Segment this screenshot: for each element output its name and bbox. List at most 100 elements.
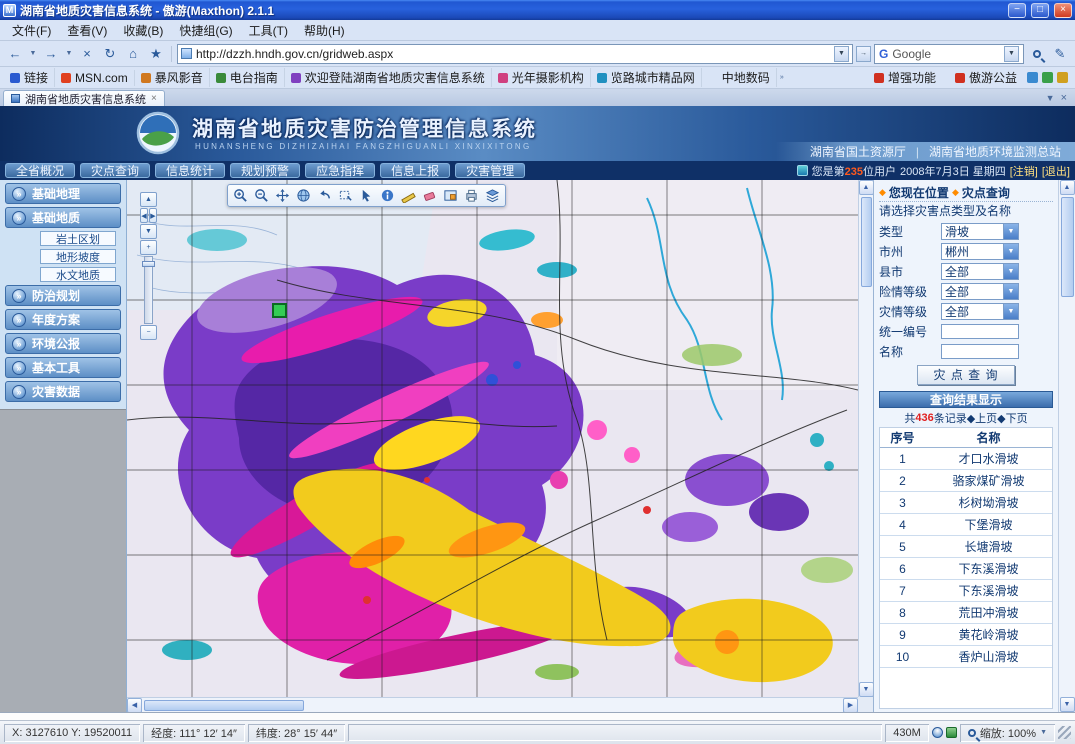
table-row[interactable]: 8 荒田冲滑坡 bbox=[880, 602, 1052, 624]
links-bar-item[interactable]: 光年摄影机构 bbox=[492, 68, 591, 87]
text-input[interactable] bbox=[941, 344, 1019, 359]
sidebar-item[interactable]: » 基础地理 bbox=[5, 183, 121, 204]
scroll-down-icon[interactable]: ▼ bbox=[1060, 697, 1075, 712]
links-bar-item[interactable]: MSN.com bbox=[55, 70, 135, 86]
go-button[interactable]: → bbox=[856, 46, 871, 62]
full-extent-icon[interactable] bbox=[294, 186, 313, 205]
scroll-up-icon[interactable]: ▲ bbox=[859, 180, 874, 195]
sidebar-item[interactable]: » 环境公报 bbox=[5, 333, 121, 354]
forward-dropdown-icon[interactable]: ▼ bbox=[64, 44, 74, 64]
tab-close-icon[interactable]: × bbox=[151, 93, 157, 104]
table-row[interactable]: 2 骆家煤矿滑坡 bbox=[880, 470, 1052, 492]
zoom-slider[interactable] bbox=[144, 256, 153, 324]
menu-item[interactable]: 查看(V) bbox=[59, 20, 115, 41]
logout-link[interactable]: [注销] bbox=[1010, 163, 1038, 179]
sidebar-item[interactable]: » 基础地质 bbox=[5, 207, 121, 228]
scroll-left-icon[interactable]: ◀ bbox=[127, 698, 142, 713]
zoom-slider-thumb[interactable] bbox=[142, 261, 155, 267]
search-icon[interactable] bbox=[1027, 44, 1047, 64]
menu-item[interactable]: 帮助(H) bbox=[296, 20, 353, 41]
favorites-icon[interactable]: ★ bbox=[146, 44, 166, 64]
measure-icon[interactable] bbox=[399, 186, 418, 205]
zoom-out-button[interactable]: − bbox=[140, 325, 157, 340]
landslide-name[interactable]: 下东溪滑坡 bbox=[925, 582, 1052, 599]
chevron-down-icon[interactable]: ▼ bbox=[1003, 244, 1018, 259]
maximize-button[interactable]: □ bbox=[1031, 3, 1049, 18]
table-row[interactable]: 10 香炉山滑坡 bbox=[880, 646, 1052, 668]
eraser-icon[interactable] bbox=[420, 186, 439, 205]
links-bar-item[interactable]: 暴风影音 bbox=[135, 68, 210, 87]
refresh-icon[interactable]: ↻ bbox=[100, 44, 120, 64]
landslide-name[interactable]: 下东溪滑坡 bbox=[925, 560, 1052, 577]
address-dropdown-icon[interactable]: ▼ bbox=[834, 46, 849, 62]
plugin-manager-icon[interactable] bbox=[1042, 72, 1053, 83]
address-url[interactable]: http://dzzh.hndh.gov.cn/gridweb.aspx bbox=[196, 47, 830, 61]
sidebar-item[interactable]: » 灾害数据 bbox=[5, 381, 121, 402]
menu-item[interactable]: 文件(F) bbox=[4, 20, 59, 41]
table-row[interactable]: 1 才口水滑坡 bbox=[880, 448, 1052, 470]
nav-tab[interactable]: 应急指挥 bbox=[305, 163, 375, 178]
prev-page-link[interactable]: ◆上页 bbox=[967, 410, 997, 426]
select-pointer-icon[interactable] bbox=[357, 186, 376, 205]
sidebar-sub-item[interactable]: 水文地质 bbox=[40, 267, 116, 282]
page-tab[interactable]: 湖南省地质灾害信息系统 × bbox=[3, 90, 165, 106]
exit-link[interactable]: [退出] bbox=[1042, 163, 1070, 179]
field-select[interactable]: 全部 ▼ bbox=[941, 263, 1019, 280]
next-page-link[interactable]: ◆下页 bbox=[997, 410, 1027, 426]
links-bar-right-item[interactable]: 增强功能 bbox=[868, 68, 942, 87]
nav-tab[interactable]: 规划预警 bbox=[230, 163, 300, 178]
back-icon[interactable]: ← bbox=[5, 44, 25, 64]
minimize-button[interactable]: − bbox=[1008, 3, 1026, 18]
pan-up-icon[interactable]: ▲ bbox=[140, 192, 157, 207]
overview-map-icon[interactable] bbox=[441, 186, 460, 205]
zoom-out-icon[interactable] bbox=[252, 186, 271, 205]
sidebar-sub-item[interactable]: 岩土区划 bbox=[40, 231, 116, 246]
nav-tab[interactable]: 信息上报 bbox=[380, 163, 450, 178]
geological-map[interactable] bbox=[127, 180, 858, 697]
security-icon[interactable] bbox=[946, 727, 957, 738]
links-bar-item[interactable]: 欢迎登陆湖南省地质灾害信息系统 bbox=[285, 68, 492, 87]
scroll-right-icon[interactable]: ▶ bbox=[843, 698, 858, 713]
field-select[interactable]: 滑坡 ▼ bbox=[941, 223, 1019, 240]
back-dropdown-icon[interactable]: ▼ bbox=[28, 44, 38, 64]
pan-down-icon[interactable]: ▼ bbox=[140, 224, 157, 239]
tab-list-icon[interactable]: ▼ bbox=[1046, 93, 1055, 103]
scroll-up-icon[interactable]: ▲ bbox=[1060, 180, 1075, 195]
resize-grip[interactable] bbox=[1058, 726, 1071, 739]
landslide-name[interactable]: 下堡滑坡 bbox=[925, 516, 1052, 533]
links-bar-right-item[interactable]: 傲游公益 bbox=[949, 68, 1023, 87]
table-row[interactable]: 3 杉树坳滑坡 bbox=[880, 492, 1052, 514]
page-vertical-scrollbar[interactable]: ▲ ▼ bbox=[1058, 180, 1075, 712]
text-input[interactable] bbox=[941, 324, 1019, 339]
search-input[interactable]: Google bbox=[892, 47, 1000, 61]
chevron-down-icon[interactable]: ▼ bbox=[1003, 284, 1018, 299]
previous-view-icon[interactable] bbox=[315, 186, 334, 205]
chevron-down-icon[interactable]: ▼ bbox=[1003, 264, 1018, 279]
field-select[interactable]: 郴州 ▼ bbox=[941, 243, 1019, 260]
table-row[interactable]: 5 长塘滑坡 bbox=[880, 536, 1052, 558]
menu-item[interactable]: 工具(T) bbox=[241, 20, 296, 41]
search-engine-dropdown-icon[interactable]: ▼ bbox=[1004, 46, 1019, 62]
select-rectangle-icon[interactable] bbox=[336, 186, 355, 205]
identify-icon[interactable] bbox=[378, 186, 397, 205]
menu-item[interactable]: 收藏(B) bbox=[115, 20, 171, 41]
field-select[interactable]: 全部 ▼ bbox=[941, 283, 1019, 300]
links-bar-item[interactable]: 览路城市精品网 bbox=[591, 68, 702, 87]
pan-right-icon[interactable]: ▶ bbox=[149, 208, 157, 223]
print-icon[interactable] bbox=[462, 186, 481, 205]
landslide-name[interactable]: 骆家煤矿滑坡 bbox=[925, 472, 1052, 489]
zoom-in-button[interactable]: + bbox=[140, 240, 157, 255]
query-button[interactable]: 灾 点 查 询 bbox=[917, 365, 1015, 385]
table-row[interactable]: 4 下堡滑坡 bbox=[880, 514, 1052, 536]
map-vertical-scrollbar[interactable]: ▲ ▼ bbox=[858, 180, 873, 697]
links-more-icon[interactable]: » bbox=[777, 68, 787, 88]
landslide-name[interactable]: 黄花岭滑坡 bbox=[925, 626, 1052, 643]
map-marker[interactable] bbox=[273, 304, 286, 317]
scrollbar-thumb[interactable] bbox=[1061, 197, 1074, 297]
scroll-down-icon[interactable]: ▼ bbox=[859, 682, 874, 697]
tabbar-close-icon[interactable]: × bbox=[1061, 92, 1067, 104]
sidebar-item[interactable]: » 年度方案 bbox=[5, 309, 121, 330]
nav-tab[interactable]: 灾点查询 bbox=[80, 163, 150, 178]
landslide-name[interactable]: 才口水滑坡 bbox=[925, 450, 1052, 467]
pan-left-icon[interactable]: ◀ bbox=[140, 208, 148, 223]
